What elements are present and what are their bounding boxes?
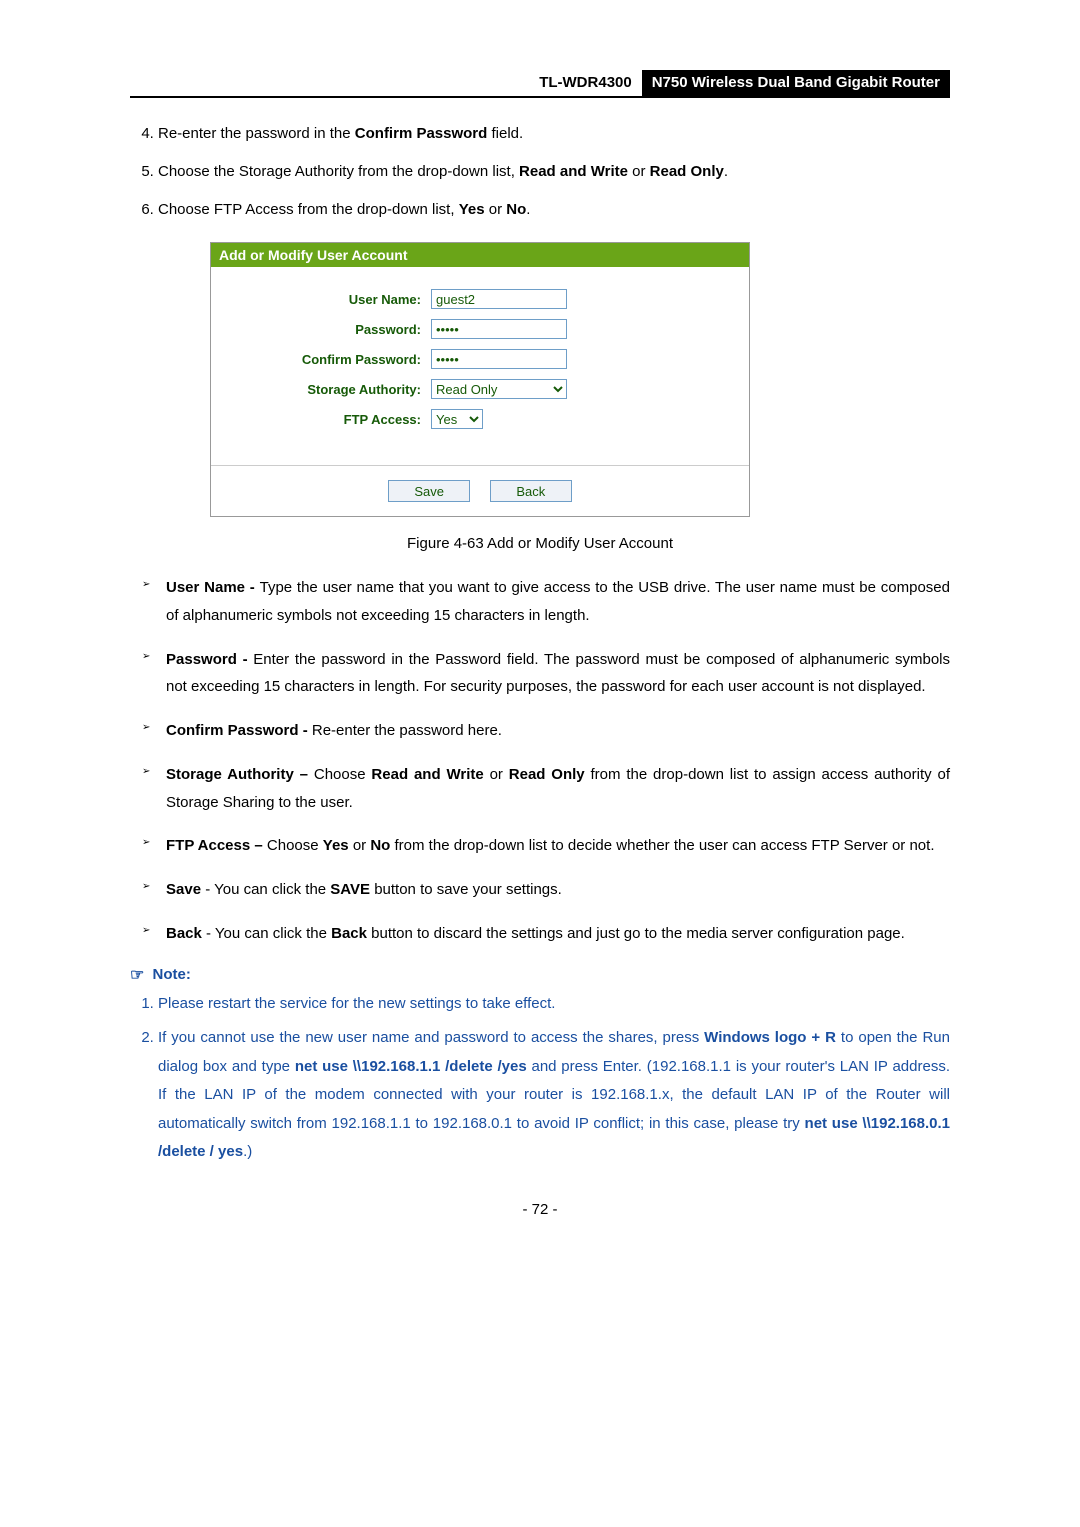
note-item: If you cannot use the new user name and …	[158, 1024, 950, 1167]
note-item: Please restart the service for the new s…	[158, 990, 950, 1019]
list-item: FTP Access – Choose Yes or No from the d…	[130, 832, 950, 860]
pointing-hand-icon: ☞	[130, 965, 144, 985]
save-button[interactable]: Save	[388, 480, 470, 502]
storage-authority-select[interactable]: Read Only	[431, 379, 567, 399]
router-panel: Add or Modify User Account User Name: Pa…	[210, 242, 750, 517]
password-label: Password:	[221, 322, 431, 337]
list-item: Confirm Password - Re-enter the password…	[130, 717, 950, 745]
back-button[interactable]: Back	[490, 480, 572, 502]
list-item: User Name - Type the user name that you …	[130, 574, 950, 630]
instruction-item: Choose the Storage Authority from the dr…	[158, 160, 950, 184]
note-list: Please restart the service for the new s…	[130, 990, 950, 1167]
panel-title: Add or Modify User Account	[211, 243, 749, 267]
list-item: Storage Authority – Choose Read and Writ…	[130, 761, 950, 817]
storage-authority-label: Storage Authority:	[221, 382, 431, 397]
username-input[interactable]	[431, 289, 567, 309]
note-heading: ☞ Note:	[130, 964, 950, 984]
username-label: User Name:	[221, 292, 431, 307]
instruction-list: Re-enter the password in the Confirm Pas…	[130, 122, 950, 222]
ftp-access-select[interactable]: Yes	[431, 409, 483, 429]
instruction-item: Choose FTP Access from the drop-down lis…	[158, 198, 950, 222]
figure-wrap: Add or Modify User Account User Name: Pa…	[210, 242, 950, 517]
confirm-password-label: Confirm Password:	[221, 352, 431, 367]
figure-caption: Figure 4-63 Add or Modify User Account	[130, 535, 950, 552]
list-item: Back - You can click the Back button to …	[130, 920, 950, 948]
page-number: - 72 -	[130, 1201, 950, 1218]
confirm-password-input[interactable]	[431, 349, 567, 369]
header-title: N750 Wireless Dual Band Gigabit Router	[642, 70, 950, 96]
list-item: Save - You can click the SAVE button to …	[130, 876, 950, 904]
header-model: TL-WDR4300	[539, 70, 642, 96]
instruction-item: Re-enter the password in the Confirm Pas…	[158, 122, 950, 146]
list-item: Password - Enter the password in the Pas…	[130, 646, 950, 702]
password-input[interactable]	[431, 319, 567, 339]
document-header: TL-WDR4300 N750 Wireless Dual Band Gigab…	[130, 70, 950, 98]
ftp-access-label: FTP Access:	[221, 412, 431, 427]
page: TL-WDR4300 N750 Wireless Dual Band Gigab…	[0, 0, 1080, 1268]
description-list: User Name - Type the user name that you …	[130, 574, 950, 948]
